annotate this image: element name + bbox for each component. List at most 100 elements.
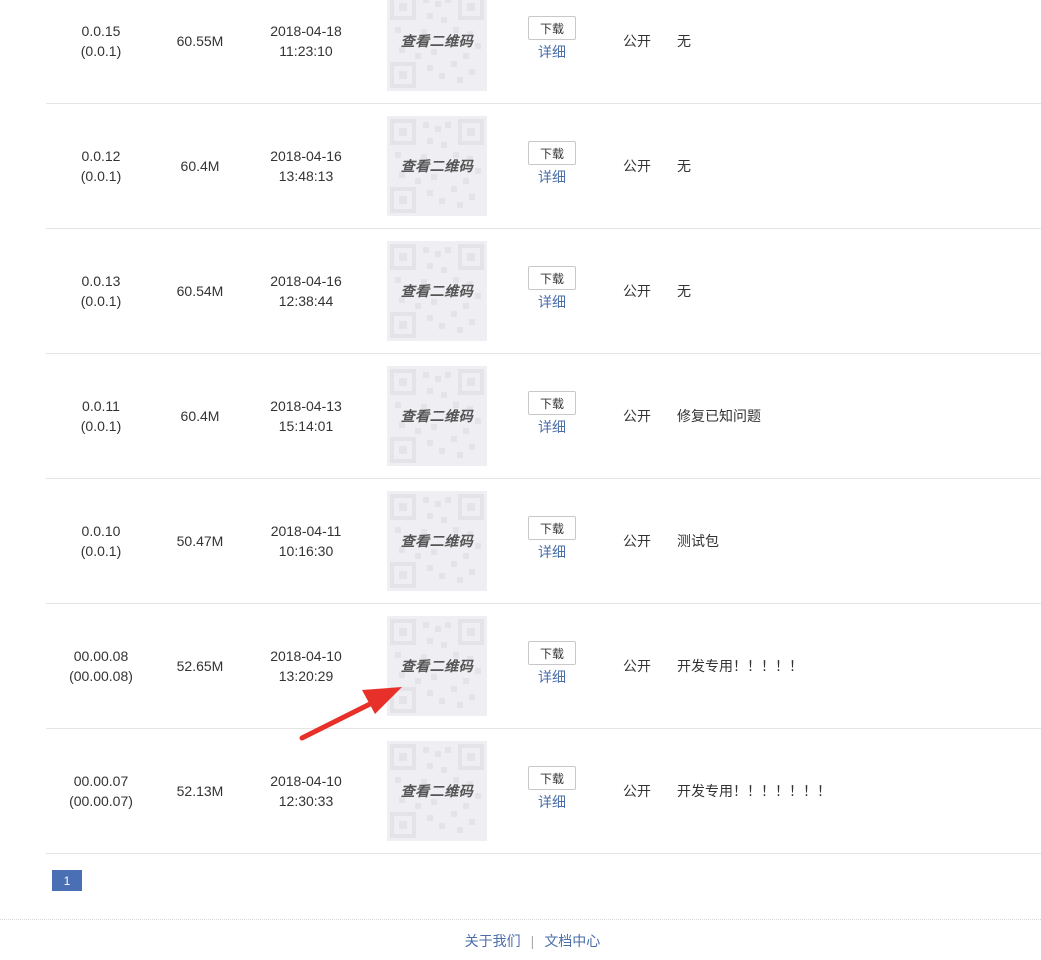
qr-code-thumbnail[interactable]: 查看二维码: [387, 241, 487, 341]
upload-date: 2018-04-18: [270, 23, 342, 39]
release-note-text: 无: [677, 33, 691, 49]
upload-time: 11:23:10: [279, 43, 333, 59]
version-number: 0.0.13: [81, 273, 121, 289]
release-note: 修复已知问题: [677, 354, 1037, 478]
visibility-status: 公开: [623, 283, 651, 299]
download-button[interactable]: 下载: [528, 141, 576, 165]
file-size: 52.13M: [176, 783, 224, 799]
release-note: 测试包: [677, 479, 1037, 603]
table-row: 00.00.08 (00.00.08) 52.65M 2018-04-10 13…: [46, 604, 1041, 729]
version-cell: 0.0.11 (0.0.1): [46, 354, 156, 478]
visibility-cell: 公开: [611, 104, 663, 228]
visibility-status: 公开: [623, 408, 651, 424]
visibility-status: 公开: [623, 533, 651, 549]
release-note: 无: [677, 0, 1037, 103]
build-number: (0.0.1): [80, 43, 122, 59]
size-cell: 60.55M: [156, 0, 244, 103]
detail-link[interactable]: 详细: [527, 167, 577, 187]
detail-link[interactable]: 详细: [527, 542, 577, 562]
release-note: 开发专用！！！！！: [677, 604, 1037, 728]
table-row: 0.0.11 (0.0.1) 60.4M 2018-04-13 15:14:01: [46, 354, 1041, 479]
date-cell: 2018-04-10 13:20:29: [244, 604, 368, 728]
build-number: (00.00.08): [69, 668, 133, 684]
detail-link[interactable]: 详细: [527, 292, 577, 312]
size-cell: 50.47M: [156, 479, 244, 603]
size-cell: 60.4M: [156, 104, 244, 228]
table-row: 0.0.10 (0.0.1) 50.47M 2018-04-11 10:16:3…: [46, 479, 1041, 604]
build-number: (00.00.07): [69, 793, 133, 809]
build-number: (0.0.1): [80, 293, 122, 309]
version-number: 00.00.08: [73, 648, 129, 664]
visibility-cell: 公开: [611, 604, 663, 728]
visibility-status: 公开: [623, 158, 651, 174]
view-qr-code-label[interactable]: 查看二维码: [401, 156, 474, 176]
view-qr-code-label[interactable]: 查看二维码: [401, 31, 474, 51]
version-cell: 0.0.13 (0.0.1): [46, 229, 156, 353]
file-size: 50.47M: [176, 533, 224, 549]
version-cell: 0.0.12 (0.0.1): [46, 104, 156, 228]
date-cell: 2018-04-11 10:16:30: [244, 479, 368, 603]
qr-code-thumbnail[interactable]: 查看二维码: [387, 366, 487, 466]
version-number: 00.00.07: [73, 773, 129, 789]
about-us-link[interactable]: 关于我们: [465, 931, 521, 951]
release-note: 无: [677, 104, 1037, 228]
download-button[interactable]: 下载: [528, 391, 576, 415]
actions-cell: 下载 详细: [527, 766, 577, 812]
size-cell: 60.4M: [156, 354, 244, 478]
view-qr-code-label[interactable]: 查看二维码: [401, 656, 474, 676]
release-note: 开发专用！！！！！！！: [677, 729, 1037, 853]
build-number: (0.0.1): [80, 168, 122, 184]
build-number: (0.0.1): [80, 543, 122, 559]
visibility-status: 公开: [623, 33, 651, 49]
file-size: 52.65M: [176, 658, 224, 674]
download-button[interactable]: 下载: [528, 16, 576, 40]
pagination-page-1[interactable]: 1: [52, 870, 82, 891]
view-qr-code-label[interactable]: 查看二维码: [401, 281, 474, 301]
detail-link[interactable]: 详细: [527, 792, 577, 812]
release-note-text: 无: [677, 158, 691, 174]
size-cell: 52.13M: [156, 729, 244, 853]
date-cell: 2018-04-18 11:23:10: [244, 0, 368, 103]
version-cell: 0.0.10 (0.0.1): [46, 479, 156, 603]
upload-date: 2018-04-13: [270, 398, 342, 414]
qr-code-thumbnail[interactable]: 查看二维码: [387, 116, 487, 216]
qr-code-thumbnail[interactable]: 查看二维码: [387, 491, 487, 591]
qr-code-thumbnail[interactable]: 查看二维码: [387, 741, 487, 841]
view-qr-code-label[interactable]: 查看二维码: [401, 406, 474, 426]
release-note-text: 开发专用！！！！！！！: [677, 783, 831, 799]
view-qr-code-label[interactable]: 查看二维码: [401, 531, 474, 551]
footer: 关于我们 | 文档中心: [0, 930, 1041, 952]
actions-cell: 下载 详细: [527, 391, 577, 437]
footer-divider: [0, 919, 1041, 920]
footer-separator: |: [530, 933, 535, 949]
file-size: 60.54M: [176, 283, 224, 299]
version-number: 0.0.11: [82, 398, 120, 414]
version-number: 0.0.12: [81, 148, 121, 164]
detail-link[interactable]: 详细: [527, 417, 577, 437]
download-button[interactable]: 下载: [528, 641, 576, 665]
upload-time: 10:16:30: [278, 543, 334, 559]
visibility-cell: 公开: [611, 354, 663, 478]
visibility-status: 公开: [623, 658, 651, 674]
actions-cell: 下载 详细: [527, 641, 577, 687]
build-number: (0.0.1): [80, 418, 122, 434]
version-cell: 00.00.08 (00.00.08): [46, 604, 156, 728]
view-qr-code-label[interactable]: 查看二维码: [401, 781, 474, 801]
download-button[interactable]: 下载: [528, 266, 576, 290]
visibility-cell: 公开: [611, 0, 663, 103]
qr-code-thumbnail[interactable]: 查看二维码: [387, 0, 487, 91]
file-size: 60.4M: [180, 408, 220, 424]
detail-link[interactable]: 详细: [527, 42, 577, 62]
release-note-text: 测试包: [677, 533, 719, 549]
table-row: 0.0.12 (0.0.1) 60.4M 2018-04-16 13:48:13: [46, 104, 1041, 229]
download-button[interactable]: 下载: [528, 516, 576, 540]
docs-center-link[interactable]: 文档中心: [544, 931, 600, 951]
actions-cell: 下载 详细: [527, 16, 577, 62]
qr-code-thumbnail[interactable]: 查看二维码: [387, 616, 487, 716]
visibility-status: 公开: [623, 783, 651, 799]
detail-link[interactable]: 详细: [527, 667, 577, 687]
actions-cell: 下载 详细: [527, 266, 577, 312]
download-button[interactable]: 下载: [528, 766, 576, 790]
upload-date: 2018-04-10: [270, 773, 342, 789]
upload-date: 2018-04-16: [270, 273, 342, 289]
